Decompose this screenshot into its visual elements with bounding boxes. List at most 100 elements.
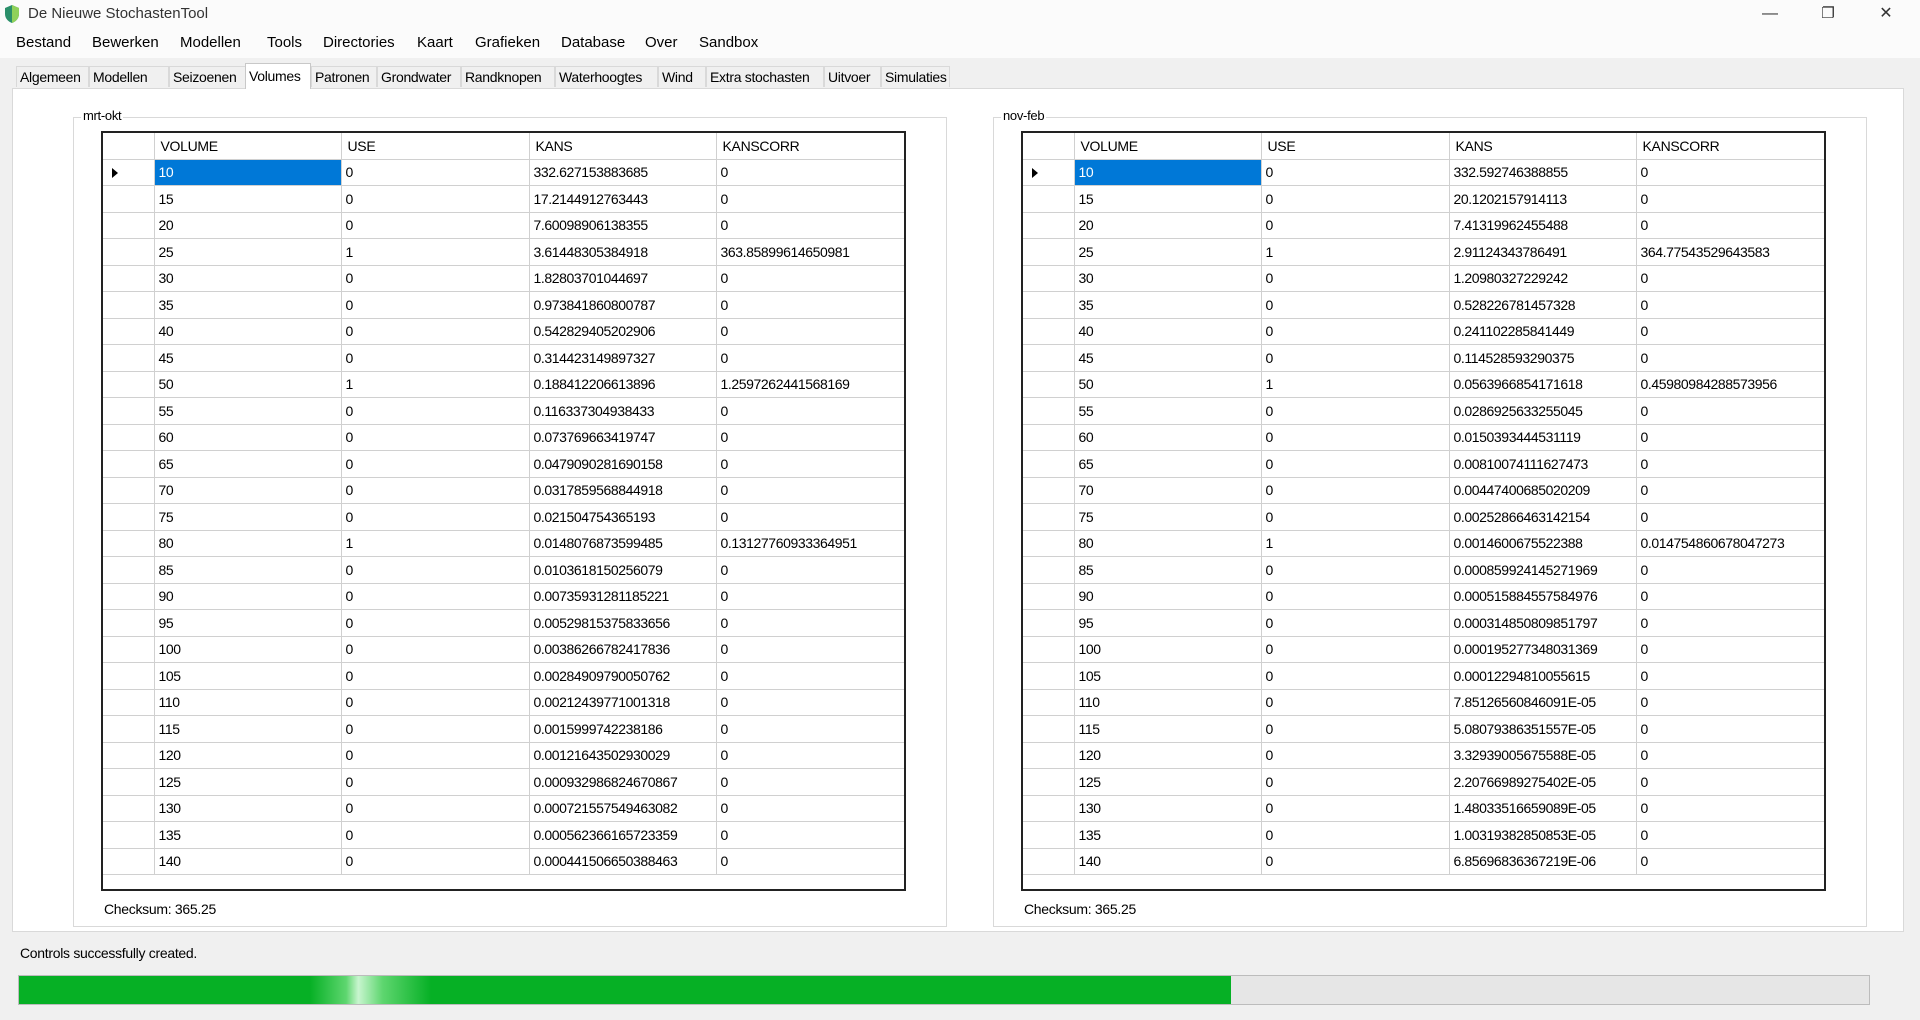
table-row[interactable]: 115 0 5.08079386351557E-05 0	[1023, 715, 1824, 743]
cell-kanscorr[interactable]: 0	[716, 424, 904, 451]
cell-use[interactable]: 0	[1261, 318, 1450, 345]
cell-kans[interactable]: 0.00284909790050762	[529, 662, 717, 690]
table-row[interactable]: 105 0 0.00284909790050762 0	[103, 662, 904, 690]
cell-kans[interactable]: 0.0286925633255045	[1449, 397, 1637, 425]
cell-kans[interactable]: 0.188412206613896	[529, 371, 717, 398]
row-header[interactable]	[1023, 715, 1075, 743]
cell-kans[interactable]: 0.114528593290375	[1449, 344, 1637, 372]
table-row[interactable]: 110 0 0.00212439771001318 0	[103, 689, 904, 716]
cell-volume[interactable]: 135	[1074, 821, 1262, 849]
table-row[interactable]: 65 0 0.00810074111627473 0	[1023, 450, 1824, 478]
cell-kans[interactable]: 7.41319962455488	[1449, 212, 1637, 239]
row-header[interactable]	[103, 344, 155, 372]
cell-kanscorr[interactable]: 0	[1636, 795, 1824, 822]
cell-kanscorr[interactable]: 0	[716, 397, 904, 425]
cell-volume[interactable]: 125	[1074, 768, 1262, 796]
cell-kanscorr[interactable]: 0	[1636, 291, 1824, 319]
cell-volume[interactable]: 20	[1074, 212, 1262, 239]
close-button[interactable]: ✕	[1858, 0, 1914, 28]
row-header[interactable]	[103, 238, 155, 266]
cell-volume[interactable]: 65	[1074, 450, 1262, 478]
cell-kanscorr[interactable]: 0	[1636, 503, 1824, 531]
cell-kanscorr[interactable]: 0	[716, 848, 904, 875]
table-row[interactable]: 85 0 0.000859924145271969 0	[1023, 556, 1824, 584]
row-header[interactable]	[1023, 848, 1075, 875]
tab-seizoenen[interactable]: Seizoenen	[169, 66, 247, 87]
table-row[interactable]: 115 0 0.0015999742238186 0	[103, 715, 904, 743]
cell-use[interactable]: 0	[341, 742, 530, 769]
cell-kanscorr[interactable]: 0	[716, 715, 904, 743]
table-row[interactable]: 45 0 0.314423149897327 0	[103, 344, 904, 372]
cell-use[interactable]: 0	[341, 344, 530, 372]
cell-kanscorr[interactable]: 0	[716, 609, 904, 637]
row-header[interactable]	[103, 530, 155, 557]
cell-volume[interactable]: 130	[1074, 795, 1262, 822]
cell-kans[interactable]: 332.627153883685	[529, 159, 717, 186]
cell-volume[interactable]: 135	[154, 821, 342, 849]
cell-kanscorr[interactable]: 0	[716, 185, 904, 213]
cell-use[interactable]: 0	[341, 636, 530, 663]
cell-kanscorr[interactable]: 0	[716, 768, 904, 796]
cell-use[interactable]: 0	[341, 185, 530, 213]
cell-kanscorr[interactable]: 0	[1636, 477, 1824, 504]
table-row[interactable]: 120 0 3.32939005675588E-05 0	[1023, 742, 1824, 769]
col-header-kans[interactable]: KANS	[529, 133, 717, 160]
row-header[interactable]	[103, 477, 155, 504]
cell-use[interactable]: 0	[1261, 159, 1450, 186]
cell-volume[interactable]: 100	[1074, 636, 1262, 663]
cell-use[interactable]: 0	[341, 291, 530, 319]
cell-kans[interactable]: 0.0479090281690158	[529, 450, 717, 478]
table-row[interactable]: 120 0 0.00121643502930029 0	[103, 742, 904, 769]
cell-use[interactable]: 0	[341, 715, 530, 743]
cell-volume[interactable]: 85	[1074, 556, 1262, 584]
table-row[interactable]: 95 0 0.00529815375833656 0	[103, 609, 904, 637]
row-header[interactable]	[1023, 689, 1075, 716]
table-row[interactable]: 55 0 0.116337304938433 0	[103, 397, 904, 425]
cell-kans[interactable]: 0.0563966854171618	[1449, 371, 1637, 398]
tab-uitvoer[interactable]: Uitvoer	[824, 66, 881, 87]
cell-kanscorr[interactable]: 0	[1636, 583, 1824, 610]
col-header-kanscorr[interactable]: KANSCORR	[1636, 133, 1824, 160]
cell-volume[interactable]: 85	[154, 556, 342, 584]
cell-kanscorr[interactable]: 0	[1636, 689, 1824, 716]
cell-volume[interactable]: 45	[154, 344, 342, 372]
cell-use[interactable]: 0	[1261, 344, 1450, 372]
cell-volume[interactable]: 60	[154, 424, 342, 451]
cell-use[interactable]: 0	[341, 397, 530, 425]
table-row[interactable]: 80 1 0.0014600675522388 0.01475486067804727…	[1023, 530, 1824, 557]
cell-kanscorr[interactable]: 0	[1636, 397, 1824, 425]
col-header-volume[interactable]: VOLUME	[154, 133, 342, 160]
cell-use[interactable]: 0	[1261, 265, 1450, 292]
row-header[interactable]	[103, 742, 155, 769]
cell-kanscorr[interactable]: 0	[1636, 212, 1824, 239]
cell-kanscorr[interactable]: 0	[1636, 742, 1824, 769]
cell-use[interactable]: 0	[1261, 742, 1450, 769]
cell-kanscorr[interactable]: 0	[1636, 821, 1824, 849]
cell-volume[interactable]: 75	[154, 503, 342, 531]
row-header[interactable]	[1023, 318, 1075, 345]
cell-use[interactable]: 0	[341, 768, 530, 796]
table-row[interactable]: 130 0 1.48033516659089E-05 0	[1023, 795, 1824, 822]
cell-volume[interactable]: 10	[1074, 159, 1262, 186]
cell-kanscorr[interactable]: 0	[716, 636, 904, 663]
table-row[interactable]: 125 0 0.000932986824670867 0	[103, 768, 904, 796]
cell-use[interactable]: 0	[341, 424, 530, 451]
cell-volume[interactable]: 25	[1074, 238, 1262, 266]
cell-volume[interactable]: 80	[1074, 530, 1262, 557]
table-row[interactable]: 10 0 332.627153883685 0	[103, 159, 904, 186]
cell-kans[interactable]: 0.00012294810055615	[1449, 662, 1637, 690]
cell-kans[interactable]: 0.00252866463142154	[1449, 503, 1637, 531]
cell-use[interactable]: 0	[1261, 185, 1450, 213]
cell-use[interactable]: 0	[341, 821, 530, 849]
cell-kans[interactable]: 0.000859924145271969	[1449, 556, 1637, 584]
cell-use[interactable]: 1	[1261, 238, 1450, 266]
col-header-use[interactable]: USE	[1261, 133, 1450, 160]
cell-use[interactable]: 0	[341, 477, 530, 504]
row-header[interactable]	[1023, 397, 1075, 425]
cell-kanscorr[interactable]: 0	[716, 344, 904, 372]
table-row[interactable]: 20 0 7.41319962455488 0	[1023, 212, 1824, 239]
tab-algemeen[interactable]: Algemeen	[16, 66, 89, 87]
cell-use[interactable]: 0	[1261, 715, 1450, 743]
cell-kans[interactable]: 3.61448305384918	[529, 238, 717, 266]
row-header[interactable]	[103, 318, 155, 345]
